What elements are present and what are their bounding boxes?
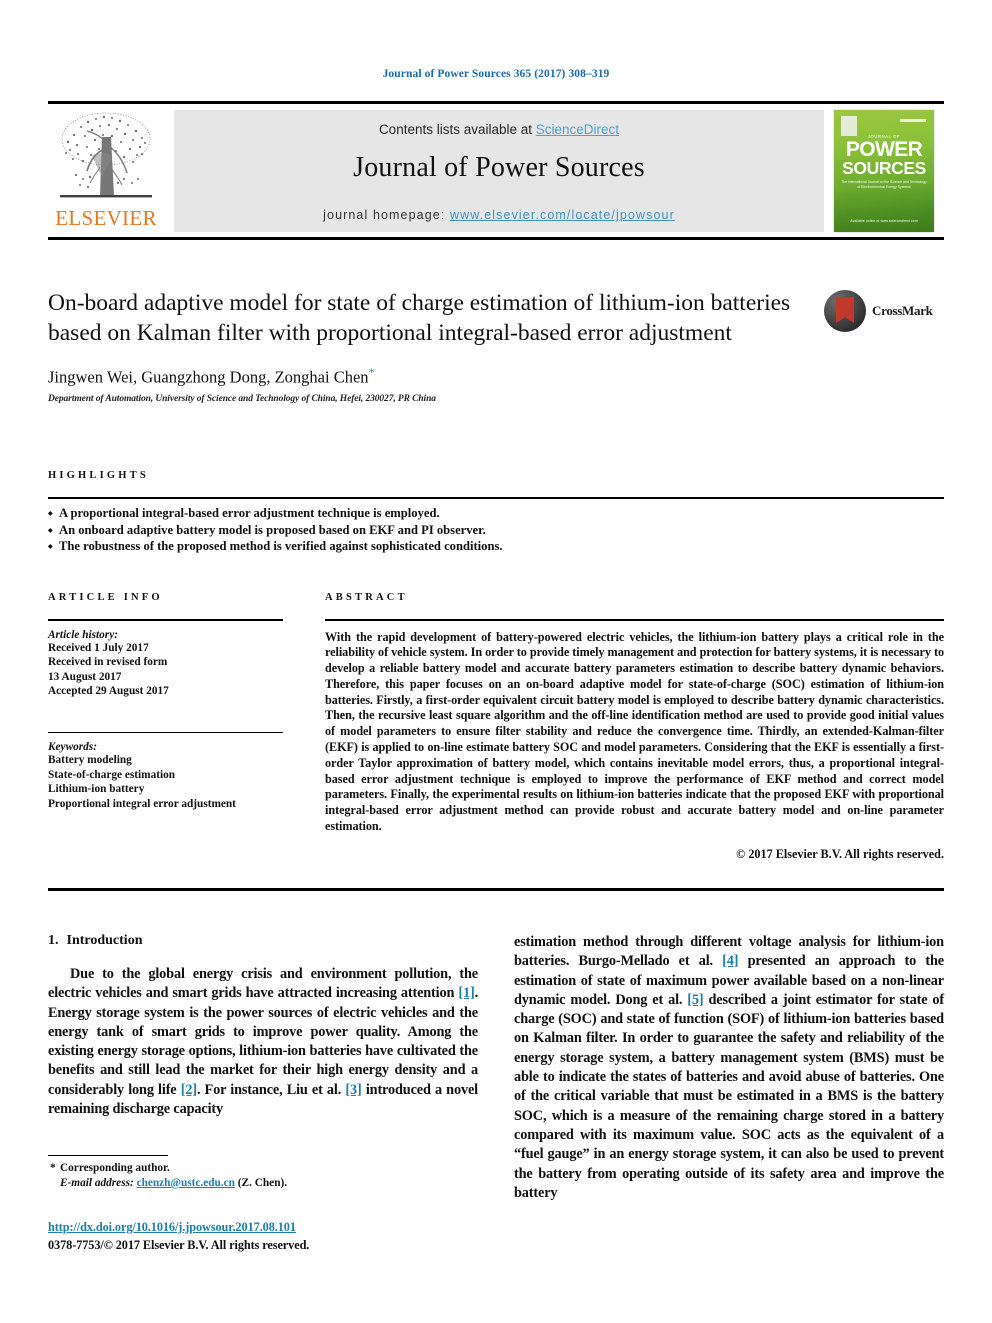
abstract-copyright: © 2017 Elsevier B.V. All rights reserved…	[736, 847, 944, 862]
masthead-rule-top	[48, 101, 944, 104]
cover-title-sources: SOURCES	[842, 158, 926, 178]
footnote-corresponding: * Corresponding author.	[48, 1161, 478, 1176]
journal-masthead: ELSEVIER Contents lists available at Sci…	[48, 101, 944, 240]
body-separator-rule	[48, 888, 944, 891]
highlights-section: HIGHLIGHTS A proportional integral-based…	[48, 470, 944, 555]
sciencedirect-link[interactable]: ScienceDirect	[536, 122, 619, 137]
author-names: Jingwen Wei, Guangzhong Dong, Zonghai Ch…	[48, 367, 369, 387]
article-history-item: Accepted 29 August 2017	[48, 685, 169, 697]
citation-ref-3[interactable]: [3]	[345, 1082, 361, 1098]
keyword-item: Lithium-ion battery	[48, 783, 145, 795]
crossmark-badge[interactable]: CrossMark	[824, 290, 933, 332]
abstract-section: ABSTRACT With the rapid development of b…	[325, 592, 944, 862]
email-label: E-mail address:	[60, 1176, 134, 1189]
keyword-item: State-of-charge estimation	[48, 768, 176, 781]
abstract-text: With the rapid development of battery-po…	[325, 629, 944, 834]
paper-page: Journal of Power Sources 365 (2017) 308–…	[0, 0, 992, 1323]
issn-copyright-line: 0378-7753/© 2017 Elsevier B.V. All right…	[48, 1238, 310, 1252]
list-item: An onboard adaptive battery model is pro…	[48, 522, 944, 538]
citation-ref-4[interactable]: [4]	[722, 953, 738, 969]
intro-text-a: Due to the global energy crisis and envi…	[48, 966, 478, 1002]
page-title: On-board adaptive model for state of cha…	[48, 290, 791, 346]
elsevier-wordmark: ELSEVIER	[55, 206, 157, 230]
keywords-label: Keywords:	[48, 741, 97, 753]
list-item: A proportional integral-based error adju…	[48, 505, 944, 522]
cover-bottom-note: Available online at www.sciencedirect.co…	[850, 219, 918, 223]
section-heading-introduction: 1. Introduction	[48, 933, 478, 949]
crossmark-icon	[824, 290, 866, 332]
contents-prefix: Contents lists available at	[378, 122, 536, 137]
footnote-star-marker: *	[50, 1162, 56, 1175]
cover-subline: The International Journal on the Science…	[841, 180, 927, 189]
contents-line: Contents lists available at ScienceDirec…	[174, 122, 824, 137]
intro-text-c: . For instance, Liu et al.	[196, 1081, 346, 1098]
article-history-item: 13 August 2017	[48, 670, 122, 683]
keyword-item: Battery modeling	[48, 754, 132, 766]
cover-title-power: POWER	[845, 138, 923, 161]
highlights-heading: HIGHLIGHTS	[48, 470, 149, 481]
crossmark-bookmark-icon	[836, 297, 854, 323]
intro-paragraph-left: Due to the global energy crisis and envi…	[48, 965, 478, 1119]
elsevier-logo: ELSEVIER	[50, 109, 162, 235]
article-history-label: Article history:	[48, 628, 118, 641]
body-column-right: estimation method through different volt…	[514, 933, 944, 1203]
keyword-item: Proportional integral error adjustment	[48, 797, 236, 810]
homepage-prefix: journal homepage:	[323, 208, 450, 222]
article-history-item: Received in revised form	[48, 656, 168, 668]
abstract-heading: ABSTRACT	[325, 592, 408, 603]
body-column-left: 1. Introduction Due to the global energy …	[48, 933, 478, 1119]
running-head: Journal of Power Sources 365 (2017) 308–…	[382, 68, 610, 80]
citation-ref-1[interactable]: [1]	[458, 985, 474, 1001]
elsevier-tree-icon	[60, 112, 152, 198]
intro-paragraph-right: estimation method through different volt…	[514, 933, 944, 1203]
email-owner: (Z. Chen).	[237, 1176, 288, 1189]
cover-topbar	[900, 119, 926, 122]
masthead-rule-bottom	[48, 237, 944, 240]
intro-right-text-c: described a joint estimator for state of…	[514, 991, 944, 1201]
article-info-heading: ARTICLE INFO	[48, 592, 163, 603]
highlights-list: A proportional integral-based error adju…	[48, 505, 944, 555]
citation-ref-2[interactable]: [2]	[181, 1082, 197, 1098]
article-info-rule	[48, 619, 283, 621]
cover-elsevier-mark-icon	[841, 116, 857, 136]
section-number: 1.	[48, 933, 59, 948]
article-info-section: ARTICLE INFO Article history: Received 1…	[48, 592, 283, 811]
keywords-rule	[48, 731, 283, 733]
section-title: Introduction	[66, 933, 143, 948]
affiliation: Department of Automation, University of …	[48, 393, 436, 404]
citation-ref-5[interactable]: [5]	[687, 992, 703, 1008]
doi-link[interactable]: http://dx.doi.org/10.1016/j.jpowsour.201…	[48, 1220, 296, 1234]
journal-homepage-link[interactable]: www.elsevier.com/locate/jpowsour	[450, 208, 675, 222]
article-history-item: Received 1 July 2017	[48, 641, 149, 654]
journal-banner: Contents lists available at ScienceDirec…	[174, 110, 824, 232]
journal-title: Journal of Power Sources	[353, 152, 645, 183]
crossmark-label: CrossMark	[872, 303, 933, 318]
list-item: The robustness of the proposed method is…	[48, 538, 944, 555]
author-list: Jingwen Wei, Guangzhong Dong, Zonghai Ch…	[48, 365, 808, 388]
journal-cover-image: JOURNAL OF POWER SOURCES The Internation…	[826, 106, 942, 236]
abstract-rule	[325, 619, 944, 621]
doi-block: http://dx.doi.org/10.1016/j.jpowsour.201…	[48, 1218, 478, 1253]
journal-cover-art: JOURNAL OF POWER SOURCES The Internation…	[834, 110, 934, 232]
email-link[interactable]: chenzh@ustc.edu.cn	[137, 1177, 235, 1189]
highlights-rule	[48, 497, 944, 499]
footnote-email-line: E-mail address: chenzh@ustc.edu.cn (Z. C…	[48, 1176, 478, 1191]
title-block: On-board adaptive model for state of cha…	[48, 288, 808, 404]
corresponding-author-footnote: * Corresponding author. E-mail address: c…	[48, 1155, 478, 1190]
journal-homepage-line: journal homepage: www.elsevier.com/locat…	[174, 208, 824, 222]
footnote-rule	[48, 1155, 168, 1157]
footnote-corresponding-label: Corresponding author.	[60, 1162, 170, 1175]
corresponding-author-marker: *	[368, 365, 375, 379]
